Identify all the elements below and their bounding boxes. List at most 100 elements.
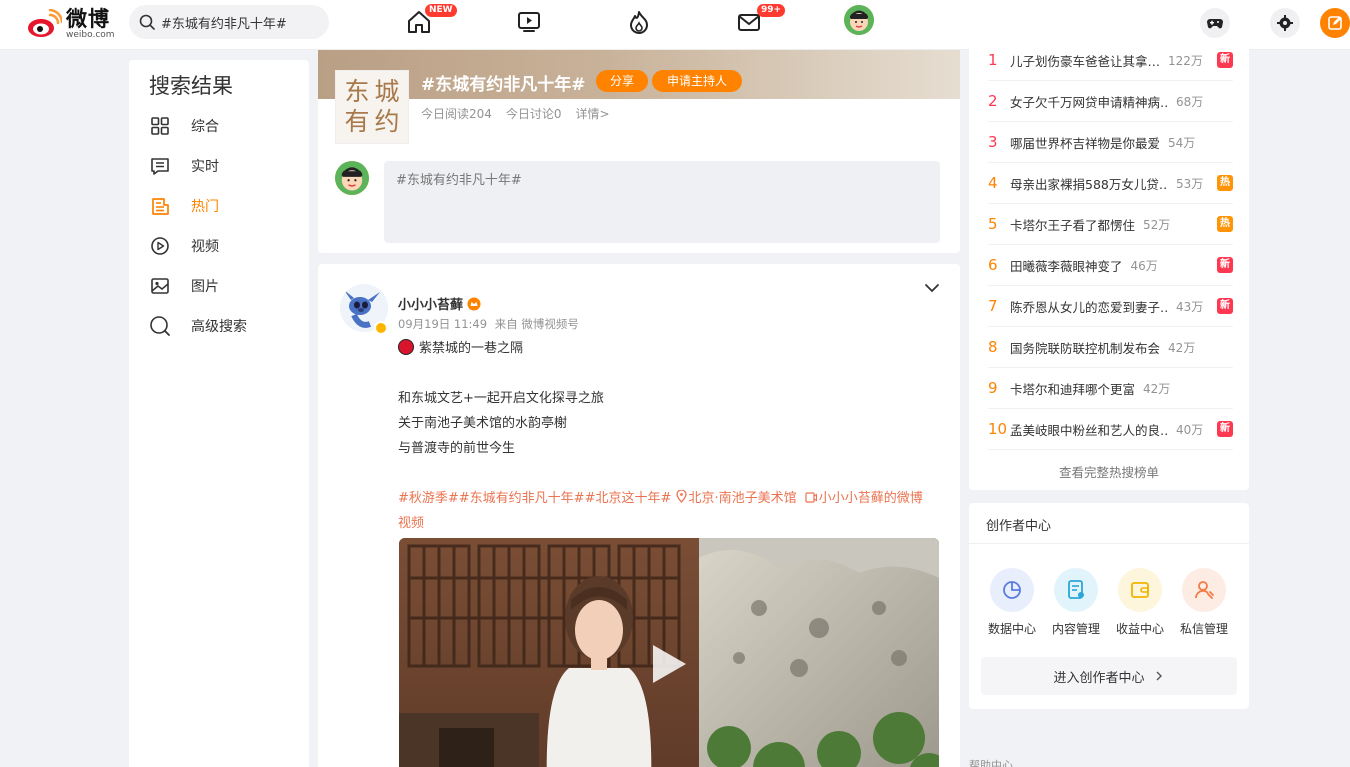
game-center-button[interactable] [1200,8,1230,38]
hot-search-item[interactable]: 4 母亲出家裸捐588万女儿贷… 53万热 [988,163,1233,204]
topic-title[interactable]: #东城有约非凡十年# [421,70,586,95]
content-manage-button[interactable]: 内容管理 [1044,568,1108,637]
post-line: 关于南池子美术馆的水韵亭榭 [398,416,568,431]
nav-item-image[interactable]: 图片 [149,274,219,298]
hot-count: 54万 [1168,135,1196,150]
hot-rank: 3 [988,133,998,151]
search-icon [149,315,171,337]
avatar-cartoon-icon [335,161,369,195]
view-full-hot-list[interactable]: 查看完整热搜榜单 [969,462,1249,481]
comment-input[interactable]: #东城有约非凡十年# [384,161,940,243]
hot-search-item[interactable]: 8 国务院联防联控机制发布会 42万 [988,327,1233,368]
weibo-logo[interactable]: 微博 weibo.com [26,6,118,42]
thumb-char: 城 [374,77,400,106]
logo-domain: weibo.com [66,29,115,40]
post-author[interactable]: 小小小苔藓 [398,294,481,313]
topic-stats: 今日阅读204 今日讨论0 详情> [421,105,610,122]
video-link[interactable]: 小小小苔藓的微博 [819,491,923,506]
post-content: 紫禁城的一巷之隔 和东城文艺+一起开启文化探寻之旅 关于南池子美术馆的水韵亭榭 … [398,336,943,536]
gear-icon [1277,15,1293,31]
hot-search-item[interactable]: 6 田曦薇李薇眼神变了 46万 新 [988,245,1233,286]
hot-search-item[interactable]: 7 陈乔恩从女儿的恋爱到妻子… 43万新 [988,286,1233,327]
nav-item-label: 图片 [191,279,219,295]
hot-search-item[interactable]: 1 儿子划伤豪车爸爸让其拿… 122万新 [988,40,1233,81]
hot-title: 国务院联防联控机制发布会 [1010,340,1161,356]
nav-messages[interactable]: 99+ [735,4,786,36]
weibo-eye-icon [26,8,64,39]
nav-item-label: 视频 [191,239,219,255]
image-icon [149,275,171,297]
red-circle-icon [398,339,414,355]
compose-button[interactable] [1320,8,1350,38]
gamepad-icon [1207,19,1223,29]
hot-icon [149,195,171,217]
topic-card: 东 城 有 约 #东城有约非凡十年# 分享 申请主持人 今日阅读204 今日讨论… [318,50,960,253]
hot-count: 43万 [1176,299,1204,314]
hot-rank: 9 [988,379,998,397]
location-link[interactable]: 北京·南池子美术馆 [689,491,797,506]
hashtag-links[interactable]: #秋游季##东城有约非凡十年##北京这十年# [398,491,676,506]
chevron-right-icon [1156,671,1162,681]
hot-rank: 2 [988,92,998,110]
member-crown-icon [467,297,481,310]
nav-item-label: 综合 [191,119,219,135]
settings-button[interactable] [1270,8,1300,38]
hot-search-item[interactable]: 5 卡塔尔王子看了都愣住 52万 热 [988,204,1233,245]
help-center-link[interactable]: 帮助中心 [969,757,1013,767]
thumb-char: 有 [344,107,370,136]
help-center-label: 帮助中心 [969,759,1013,767]
search-box[interactable] [129,5,329,39]
play-icon[interactable] [649,642,689,686]
video-icon [149,235,171,257]
nav-video[interactable] [515,8,543,36]
nav-item-label: 实时 [191,159,219,175]
data-icon [990,568,1034,612]
hot-search-item[interactable]: 9 卡塔尔和迪拜哪个更富 42万 [988,368,1233,409]
nav-item-advanced-search[interactable]: 高级搜索 [149,314,247,338]
divider [969,543,1249,544]
chevron-down-icon[interactable] [922,280,942,296]
data-center-button[interactable]: 数据中心 [980,568,1044,637]
author-name: 小小小苔藓 [398,298,464,313]
search-input[interactable] [161,14,311,30]
today-reads: 今日阅读204 [421,107,492,121]
share-button[interactable]: 分享 [596,70,648,92]
income-center-button[interactable]: 收益中心 [1108,568,1172,637]
nav-item-hot[interactable]: 热门 [149,194,219,218]
nav-item-label: 热门 [191,199,219,215]
post-source: 来自 微博视频号 [494,317,579,331]
hot-rank: 8 [988,338,998,356]
hot-count: 52万 [1143,217,1171,232]
nav-hot[interactable] [625,8,653,36]
topic-thumbnail[interactable]: 东 城 有 约 [335,70,409,144]
post-tags: #秋游季##东城有约非凡十年##北京这十年# 北京·南池子美术馆 小小小苔藓的微… [398,486,943,511]
hot-search-item[interactable]: 2 女子欠千万网贷申请精神病… 68万 [988,81,1233,122]
logo-text: 微博 [66,6,110,31]
video-player[interactable] [399,538,939,767]
hot-count: 68万 [1176,94,1204,109]
location-pin-icon [675,489,687,503]
nav-item-realtime[interactable]: 实时 [149,154,219,178]
hot-tag-badge: 热 [1217,216,1233,232]
today-discussions: 今日讨论0 [505,107,562,121]
creator-center-card: 创作者中心 数据中心 内容管理 收益中心 私信管理 进入创作者中心 [969,503,1249,709]
video-link-continued[interactable]: 视频 [398,511,943,536]
user-avatar[interactable] [844,5,874,35]
message-manage-button[interactable]: 私信管理 [1172,568,1236,637]
post-time[interactable]: 09月19日 11:49 [398,317,487,331]
details-link[interactable]: 详情> [576,105,610,122]
flame-icon [630,11,648,34]
nav-item-video[interactable]: 视频 [149,234,219,258]
enter-creator-center-button[interactable]: 进入创作者中心 [981,657,1237,695]
creator-item-label: 私信管理 [1179,622,1228,636]
post-meta: 09月19日 11:49 来自 微博视频号 [398,316,579,332]
apply-host-button[interactable]: 申请主持人 [652,70,742,92]
nav-home[interactable]: NEW [405,4,457,36]
post-line: 与普渡寺的前世今生 [398,441,516,456]
nav-item-comprehensive[interactable]: 综合 [149,114,219,138]
creator-item-label: 收益中心 [1115,622,1164,636]
enter-creator-label: 进入创作者中心 [1053,670,1145,686]
hot-search-item[interactable]: 3 哪届世界杯吉祥物是你最爱 54万 [988,122,1233,163]
hot-count: 42万 [1143,381,1171,396]
hot-search-item[interactable]: 10 孟美岐眼中粉丝和艺人的良… 40万新 [988,409,1233,450]
